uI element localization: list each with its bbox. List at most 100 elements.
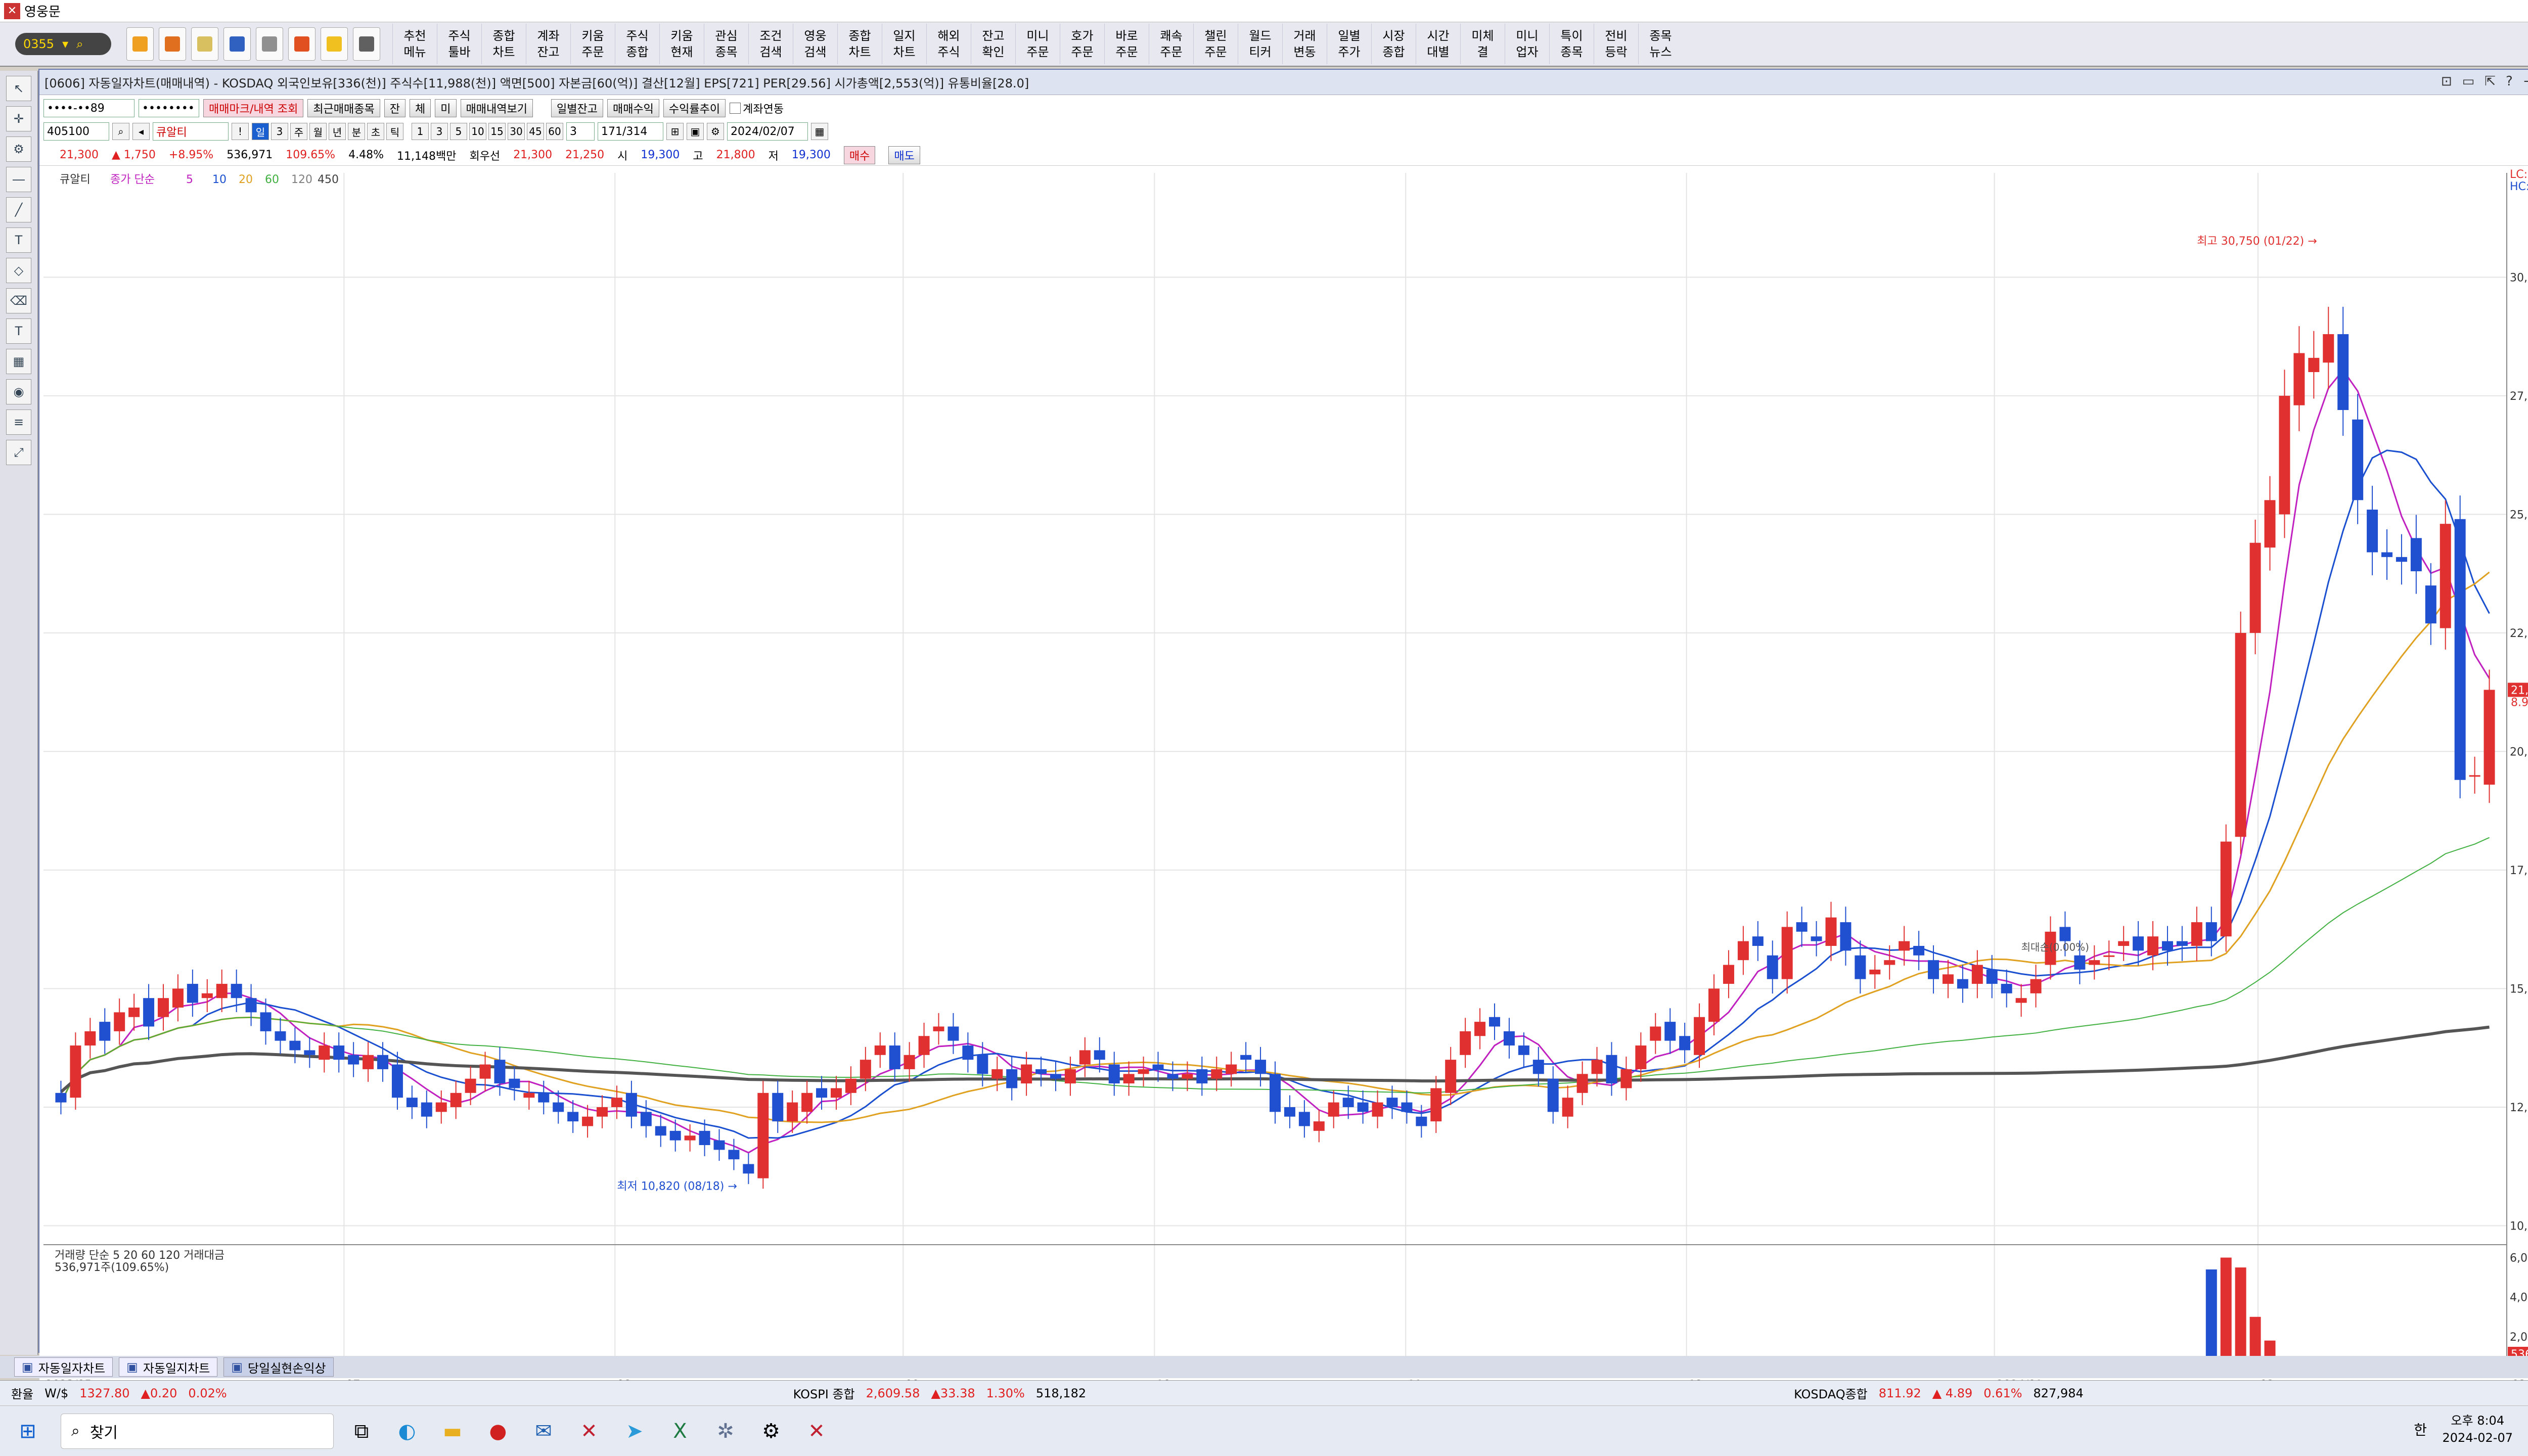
window-control-2[interactable]: ⇱ xyxy=(2485,74,2496,89)
period-button-1[interactable]: 3 xyxy=(271,123,288,140)
interval-button-1[interactable]: 3 xyxy=(431,123,448,140)
alert-icon[interactable]: ! xyxy=(232,123,249,140)
period-button-7[interactable]: 틱 xyxy=(386,123,403,140)
count-input[interactable]: 3 xyxy=(566,122,595,141)
toolbar-tool-3[interactable] xyxy=(191,27,218,61)
period-button-3[interactable]: 월 xyxy=(309,123,327,140)
toolbar-tool-2[interactable] xyxy=(159,27,186,61)
menu-item-7[interactable]: 관심 종목 xyxy=(704,24,748,64)
menu-item-10[interactable]: 종합 차트 xyxy=(837,24,882,64)
date-input[interactable]: 2024/02/07 xyxy=(727,122,808,141)
password-field[interactable]: •••••••• xyxy=(139,99,199,117)
bottom-tab-0[interactable]: ▣ 자동일자차트 xyxy=(14,1357,113,1377)
prev-icon[interactable]: ◂ xyxy=(132,123,150,140)
text-tool-icon[interactable]: T xyxy=(6,228,31,253)
menu-item-3[interactable]: 계좌 잔고 xyxy=(526,24,570,64)
menu-item-17[interactable]: 쾌속 주문 xyxy=(1149,24,1193,64)
menu-item-20[interactable]: 거래 변동 xyxy=(1282,24,1327,64)
menu-item-9[interactable]: 영웅 검색 xyxy=(793,24,837,64)
gear-icon[interactable]: ⚙ xyxy=(707,123,724,140)
hline-tool-icon[interactable]: ― xyxy=(6,167,31,192)
window-control-0[interactable]: ⊡ xyxy=(2441,74,2452,89)
zoom-icon[interactable]: ⊞ xyxy=(666,123,684,140)
erase-all-tool-icon[interactable]: ⌫ xyxy=(6,288,31,313)
toolbar-tool-4[interactable] xyxy=(223,27,251,61)
bug-icon[interactable]: ✲ xyxy=(708,1414,743,1449)
interval-button-7[interactable]: 60 xyxy=(546,123,563,140)
record-icon[interactable]: ● xyxy=(480,1414,516,1449)
window-control-3[interactable]: ? xyxy=(2506,74,2513,89)
explorer-icon[interactable]: ▬ xyxy=(435,1414,470,1449)
period-button-4[interactable]: 년 xyxy=(329,123,346,140)
ime-indicator[interactable]: 한 xyxy=(2414,1419,2427,1439)
period-button-2[interactable]: 주 xyxy=(290,123,307,140)
bottom-tab-1[interactable]: ▣ 자동일지차트 xyxy=(119,1357,218,1377)
interval-button-4[interactable]: 15 xyxy=(488,123,506,140)
menu-item-23[interactable]: 시간 대별 xyxy=(1416,24,1460,64)
toolbar-tool-5[interactable] xyxy=(256,27,283,61)
crosshair-tool-icon[interactable]: ✛ xyxy=(6,106,31,131)
account-select[interactable]: ••••-••89 xyxy=(43,99,134,117)
menu-item-11[interactable]: 일지 차트 xyxy=(882,24,926,64)
period-button-5[interactable]: 분 xyxy=(348,123,365,140)
interval-button-6[interactable]: 45 xyxy=(527,123,544,140)
interval-button-0[interactable]: 1 xyxy=(412,123,429,140)
bottom-tab-2[interactable]: ▣ 당일실현손익상 xyxy=(223,1357,334,1377)
save-icon[interactable]: ▣ xyxy=(687,123,704,140)
menu-item-19[interactable]: 월드 티커 xyxy=(1238,24,1282,64)
list-tool-icon[interactable]: ≡ xyxy=(6,410,31,435)
screen-code-input[interactable]: 0355 ▾ ⌕ xyxy=(15,33,111,55)
menu-item-22[interactable]: 시장 종합 xyxy=(1371,24,1416,64)
zoom-tool-icon[interactable]: ⤢ xyxy=(6,440,31,465)
menu-item-27[interactable]: 전비 등락 xyxy=(1594,24,1638,64)
label-tool-icon[interactable]: T xyxy=(6,318,31,344)
menu-item-8[interactable]: 조건 검색 xyxy=(748,24,793,64)
menu-item-0[interactable]: 추천 메뉴 xyxy=(392,24,437,64)
window-control-4[interactable]: − xyxy=(2523,74,2528,89)
kiwoom-icon[interactable]: ✕ xyxy=(571,1414,607,1449)
buy-button[interactable]: 매수 xyxy=(843,146,876,164)
return-trend-button[interactable]: 수익률추이 xyxy=(663,99,726,117)
interval-button-2[interactable]: 5 xyxy=(450,123,467,140)
trendline-tool-icon[interactable]: ╱ xyxy=(6,197,31,222)
settings-icon[interactable]: ⚙ xyxy=(753,1414,789,1449)
menu-item-24[interactable]: 미체 결 xyxy=(1460,24,1505,64)
tab-filled[interactable]: 체 xyxy=(410,99,431,117)
price-chart[interactable]: 30,000 27,500 25,000 22,500 20,000 17,500 15,0… xyxy=(39,168,2528,1422)
edge-icon[interactable]: ◐ xyxy=(389,1414,425,1449)
menu-item-15[interactable]: 호가 주문 xyxy=(1060,24,1104,64)
excel-icon[interactable]: X xyxy=(662,1414,698,1449)
menu-item-18[interactable]: 챌린 주문 xyxy=(1193,24,1238,64)
sell-button[interactable]: 매도 xyxy=(888,146,920,164)
menu-item-26[interactable]: 특이 종목 xyxy=(1549,24,1594,64)
trade-profit-button[interactable]: 매매수익 xyxy=(607,99,659,117)
calendar-icon[interactable]: ▦ xyxy=(811,123,828,140)
menu-item-4[interactable]: 키움 주문 xyxy=(570,24,615,64)
menu-item-25[interactable]: 미니 업자 xyxy=(1505,24,1549,64)
menu-item-1[interactable]: 주식 툴바 xyxy=(437,24,481,64)
palette-tool-icon[interactable]: ▦ xyxy=(6,349,31,374)
eraser-tool-icon[interactable]: ◇ xyxy=(6,258,31,283)
stock-name-field[interactable]: 큐알티 xyxy=(153,122,229,141)
settings-tool-icon[interactable]: ⚙ xyxy=(6,136,31,162)
search-icon[interactable]: ⌕ xyxy=(112,123,129,140)
menu-item-21[interactable]: 일별 주가 xyxy=(1327,24,1371,64)
checkbox-icon[interactable] xyxy=(730,103,741,114)
menu-item-14[interactable]: 미니 주문 xyxy=(1015,24,1060,64)
menu-item-16[interactable]: 바로 주문 xyxy=(1104,24,1149,64)
trades-query-button[interactable]: 매매마크/내역 조회 xyxy=(203,99,304,117)
menu-item-5[interactable]: 주식 종합 xyxy=(615,24,659,64)
menu-item-2[interactable]: 종합 차트 xyxy=(481,24,526,64)
recent-trades-button[interactable]: 최근매매종목 xyxy=(307,99,380,117)
account-link-checkbox[interactable]: 계좌연동 xyxy=(730,100,784,116)
globe-tool-icon[interactable]: ◉ xyxy=(6,379,31,404)
kiwoom-icon-2[interactable]: ✕ xyxy=(799,1414,834,1449)
taskbar-search[interactable]: ⌕ 찾기 xyxy=(61,1413,334,1449)
menu-item-6[interactable]: 키움 현재 xyxy=(659,24,704,64)
stock-code-input[interactable]: 405100 xyxy=(43,122,109,141)
task-view-icon[interactable]: ⧉ xyxy=(344,1414,379,1449)
menu-item-28[interactable]: 종목 뉴스 xyxy=(1638,24,1683,64)
menu-item-12[interactable]: 해외 주식 xyxy=(926,24,971,64)
menu-item-13[interactable]: 잔고 확인 xyxy=(971,24,1015,64)
interval-button-3[interactable]: 10 xyxy=(469,123,486,140)
